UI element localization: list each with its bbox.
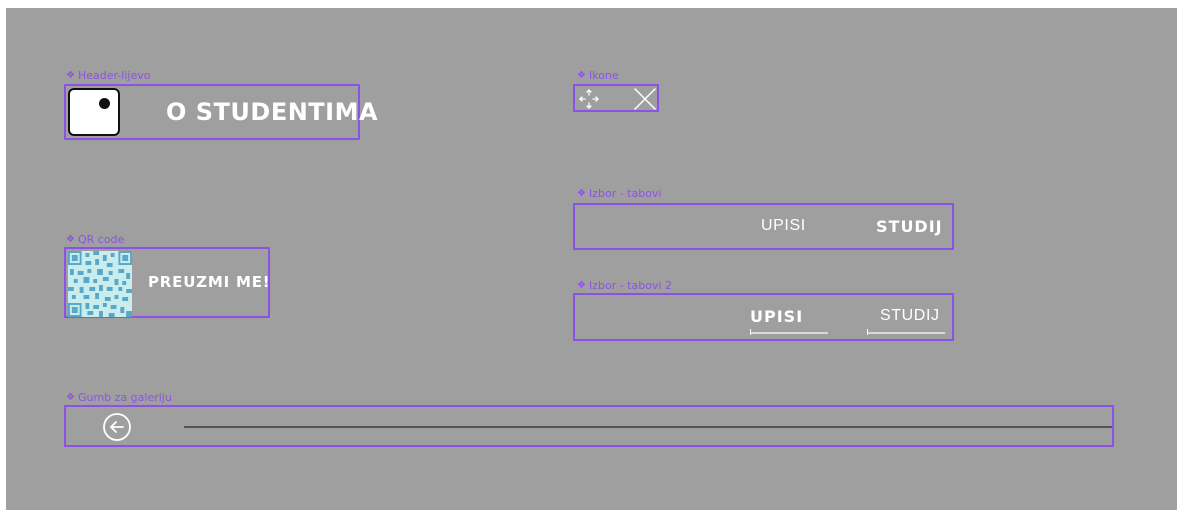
tab-upisi-active[interactable]: UPISI bbox=[750, 307, 803, 326]
gallery-divider-line bbox=[184, 426, 1112, 428]
component-label-header[interactable]: ❖ Header-lijevo bbox=[66, 70, 150, 82]
design-canvas: ❖ Header-lijevo O STUDENTIMA ❖ Ikone ❖ I… bbox=[6, 8, 1177, 510]
qr-code-image bbox=[68, 251, 132, 317]
component-label-qr[interactable]: ❖ QR code bbox=[66, 234, 124, 246]
icons-component[interactable] bbox=[573, 84, 659, 112]
component-diamond-icon: ❖ bbox=[577, 188, 586, 199]
component-label-text: Ikone bbox=[588, 69, 619, 82]
component-label-text: Gumb za galeriju bbox=[77, 391, 172, 404]
component-label-text: Izbor - tabovi bbox=[588, 187, 662, 200]
logo-dot bbox=[99, 98, 110, 109]
component-diamond-icon: ❖ bbox=[577, 70, 586, 81]
tab-underline-studij bbox=[867, 329, 945, 335]
component-diamond-icon: ❖ bbox=[66, 70, 75, 81]
component-diamond-icon: ❖ bbox=[577, 280, 586, 291]
tab-upisi[interactable]: UPISI bbox=[761, 217, 806, 235]
component-label-text: Header-lijevo bbox=[77, 69, 151, 82]
component-diamond-icon: ❖ bbox=[66, 234, 75, 245]
logo-icon bbox=[68, 88, 120, 136]
tab-studij-active[interactable]: STUDIJ bbox=[876, 217, 943, 236]
gallery-button-component[interactable] bbox=[64, 405, 1114, 447]
tabs-component[interactable]: UPISI STUDIJ bbox=[573, 203, 954, 250]
component-label-tabs-2[interactable]: ❖ Izbor - tabovi 2 bbox=[577, 280, 672, 292]
qr-component[interactable]: PREUZMI ME! bbox=[64, 247, 270, 318]
arrow-left-circle-icon[interactable] bbox=[102, 412, 132, 442]
component-label-tabs[interactable]: ❖ Izbor - tabovi bbox=[577, 188, 662, 200]
header-component[interactable]: O STUDENTIMA bbox=[64, 84, 378, 140]
tab-studij[interactable]: STUDIJ bbox=[880, 307, 940, 325]
close-icon[interactable] bbox=[633, 87, 657, 111]
move-icon[interactable] bbox=[577, 87, 601, 111]
tabs-2-component[interactable]: UPISI STUDIJ bbox=[573, 293, 954, 341]
component-label-text: QR code bbox=[77, 233, 125, 246]
component-label-gallery[interactable]: ❖ Gumb za galeriju bbox=[66, 392, 172, 404]
component-diamond-icon: ❖ bbox=[66, 392, 75, 403]
header-title: O STUDENTIMA bbox=[166, 98, 379, 126]
tab-underline-upisi bbox=[750, 329, 828, 335]
component-label-icons[interactable]: ❖ Ikone bbox=[577, 70, 619, 82]
qr-caption: PREUZMI ME! bbox=[148, 273, 271, 291]
component-label-text: Izbor - tabovi 2 bbox=[588, 279, 673, 292]
